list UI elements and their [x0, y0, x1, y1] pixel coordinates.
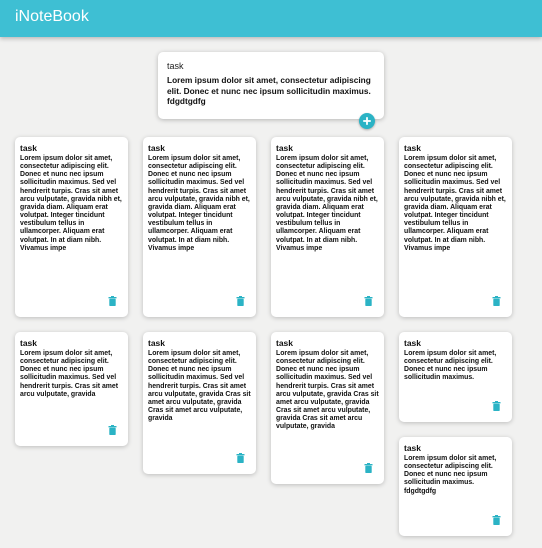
- create-note-title[interactable]: task: [167, 61, 184, 71]
- note-title: task: [404, 443, 422, 453]
- note-content: Lorem ipsum dolor sit amet, consectetur …: [148, 350, 251, 423]
- note-title: task: [148, 143, 166, 153]
- delete-note-button[interactable]: [492, 296, 501, 306]
- delete-note-button[interactable]: [236, 296, 245, 306]
- note-title: task: [276, 338, 294, 348]
- note-card: task Lorem ipsum dolor sit amet, consect…: [271, 137, 384, 317]
- delete-note-button[interactable]: [364, 463, 373, 473]
- delete-note-button[interactable]: [492, 401, 501, 411]
- note-card: task Lorem ipsum dolor sit amet, consect…: [399, 137, 512, 317]
- trash-icon: [108, 296, 117, 306]
- note-card: task Lorem ipsum dolor sit amet, consect…: [143, 332, 256, 474]
- note-content: Lorem ipsum dolor sit amet, consectetur …: [148, 155, 250, 252]
- note-title: task: [20, 143, 38, 153]
- trash-icon: [236, 453, 245, 463]
- trash-icon: [492, 515, 501, 525]
- trash-icon: [492, 296, 501, 306]
- delete-note-button[interactable]: [236, 453, 245, 463]
- note-content: Lorem ipsum dolor sit amet, consectetur …: [404, 455, 497, 495]
- trash-icon: [108, 425, 117, 435]
- delete-note-button[interactable]: [108, 296, 117, 306]
- delete-note-button[interactable]: [364, 296, 373, 306]
- note-card: task Lorem ipsum dolor sit amet, consect…: [143, 137, 256, 317]
- create-note-content[interactable]: Lorem ipsum dolor sit amet, consectetur …: [167, 75, 375, 107]
- trash-icon: [364, 463, 373, 473]
- note-card: task Lorem ipsum dolor sit amet, consect…: [399, 332, 512, 422]
- note-content: Lorem ipsum dolor sit amet, consectetur …: [276, 350, 379, 431]
- note-title: task: [404, 338, 422, 348]
- create-note-card[interactable]: task Lorem ipsum dolor sit amet, consect…: [158, 52, 384, 129]
- trash-icon: [492, 401, 501, 411]
- trash-icon: [236, 296, 245, 306]
- note-content: Lorem ipsum dolor sit amet, consectetur …: [404, 350, 497, 382]
- note-title: task: [276, 143, 294, 153]
- note-content: Lorem ipsum dolor sit amet, consectetur …: [404, 155, 506, 252]
- note-card: task Lorem ipsum dolor sit amet, consect…: [399, 437, 512, 536]
- note-card: task Lorem ipsum dolor sit amet, consect…: [15, 332, 128, 446]
- note-card: task Lorem ipsum dolor sit amet, consect…: [15, 137, 128, 317]
- note-title: task: [404, 143, 422, 153]
- app-header: iNoteBook: [0, 0, 542, 37]
- note-card: task Lorem ipsum dolor sit amet, consect…: [271, 332, 384, 484]
- plus-icon: [363, 117, 371, 125]
- note-title: task: [148, 338, 166, 348]
- delete-note-button[interactable]: [492, 515, 501, 525]
- note-content: Lorem ipsum dolor sit amet, consectetur …: [276, 155, 378, 252]
- trash-icon: [364, 296, 373, 306]
- note-content: Lorem ipsum dolor sit amet, consectetur …: [20, 350, 119, 398]
- app-title: iNoteBook: [15, 8, 89, 25]
- add-note-button[interactable]: [359, 113, 375, 129]
- note-title: task: [20, 338, 38, 348]
- delete-note-button[interactable]: [108, 425, 117, 435]
- note-content: Lorem ipsum dolor sit amet, consectetur …: [20, 155, 122, 252]
